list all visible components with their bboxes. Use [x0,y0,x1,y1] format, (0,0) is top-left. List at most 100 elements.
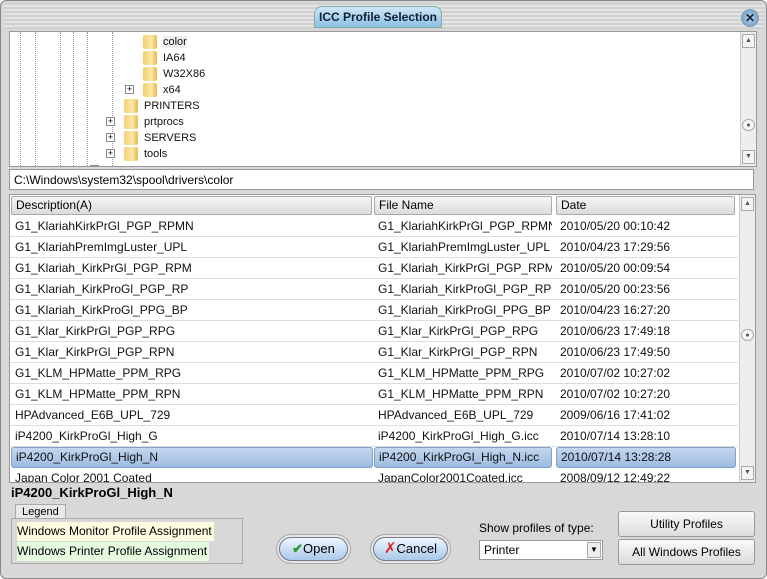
table-row[interactable]: G1_Klariah_KirkProGl_PPG_BP G1_Klariah_Ki… [10,300,738,321]
file-name-cell: G1_KLM_HPMatte_PPM_RPN [378,387,544,401]
description-cell: HPAdvanced_E6B_UPL_729 [15,408,171,422]
description-cell: G1_KlariahKirkPrGl_PGP_RPMN [15,219,194,233]
folder-icon [124,99,138,114]
date-cell: 2010/04/23 16:27:20 [560,303,671,317]
description-cell: G1_Klariah_KirkProGl_PGP_RP [15,282,189,296]
date-cell: 2010/07/14 13:28:28 [556,447,736,468]
tree-item[interactable]: PRINTERS [124,98,200,114]
close-icon[interactable]: ✕ [741,9,759,27]
table-row[interactable]: Japan Color 2001 Coated JapanColor2001Coa… [10,468,738,483]
date-cell: 2010/05/20 00:23:56 [560,282,671,296]
profile-table: Description(A) File Name Date ▲ ● ▼ G1_K… [9,194,756,483]
table-row[interactable]: G1_KlariahKirkPrGl_PGP_RPMN G1_KlariahKir… [10,216,738,237]
tree-item[interactable]: color [143,34,187,50]
cancel-button[interactable]: ✗Cancel [373,537,448,561]
description-cell: G1_KLM_HPMatte_PPM_RPN [15,387,181,401]
profile-type-select[interactable]: Printer ▼ [479,540,603,560]
description-cell: iP4200_KirkProGl_High_N [11,447,373,468]
description-cell: Japan Color 2001 Coated [15,471,152,483]
expand-icon[interactable]: + [106,149,115,158]
date-cell: 2010/07/02 10:27:02 [560,366,671,380]
table-row[interactable]: G1_Klar_KirkPrGl_PGP_RPG G1_Klar_KirkPrGl… [10,321,738,342]
tree-scrollbar[interactable]: ▲ ● ▼ [740,32,756,166]
open-button[interactable]: ✔Open [279,537,348,561]
column-header-description[interactable]: Description(A) [11,196,372,215]
table-row[interactable]: G1_Klar_KirkPrGl_PGP_RPN G1_Klar_KirkPrGl… [10,342,738,363]
tree-item[interactable]: W32X86 [143,66,205,82]
expand-icon[interactable]: + [90,165,99,166]
file-name-cell: G1_KlariahPremImgLuster_UPL [378,240,551,254]
all-windows-profiles-button[interactable]: All Windows Profiles [618,539,755,565]
table-row[interactable]: G1_KLM_HPMatte_PPM_RPN G1_KLM_HPMatte_PPM… [10,384,738,405]
folder-icon [143,67,157,82]
description-cell: iP4200_KirkProGl_High_G [15,429,158,443]
folder-icon [143,83,157,98]
scroll-thumb[interactable]: ● [742,119,755,131]
check-icon: ✔ [292,541,304,556]
folder-icon [143,35,157,50]
date-cell: 2010/06/23 17:49:50 [560,345,671,359]
folder-icon [143,51,157,66]
expand-icon[interactable]: + [106,133,115,142]
folder-icon [124,147,138,162]
file-name-cell: iP4200_KirkProGl_High_G.icc [378,429,539,443]
file-name-cell: JapanColor2001Coated.icc [378,471,523,483]
expand-icon[interactable]: + [125,85,134,94]
path-field[interactable]: C:\Windows\system32\spool\drivers\color [9,169,754,190]
date-cell: 2010/05/20 00:09:54 [560,261,671,275]
icc-profile-dialog: ICC Profile Selection ✕ ▲ ● ▼ color IA64 W… [0,0,767,579]
dialog-title: ICC Profile Selection [314,6,442,28]
description-cell: G1_Klar_KirkPrGl_PGP_RPN [15,345,175,359]
expand-icon[interactable]: + [106,117,115,126]
legend-printer: Windows Printer Profile Assignment [17,542,210,561]
legend-tab: Legend [15,504,66,519]
table-row[interactable]: G1_KLM_HPMatte_PPM_RPG G1_KLM_HPMatte_PPM… [10,363,738,384]
table-row[interactable]: G1_KlariahPremImgLuster_UPL G1_KlariahPre… [10,237,738,258]
file-name-cell: G1_KlariahKirkPrGl_PGP_RPMN [378,219,552,233]
column-header-date[interactable]: Date [556,196,735,215]
tree-item[interactable]: SERVERS [124,130,196,146]
utility-profiles-button[interactable]: Utility Profiles [618,511,755,537]
selected-profile-name: iP4200_KirkProGl_High_N [11,485,173,500]
date-cell: 2010/05/20 00:10:42 [560,219,671,233]
scroll-up-icon[interactable]: ▲ [741,197,754,211]
table-row[interactable]: G1_Klariah_KirkPrGl_PGP_RPM G1_Klariah_Ki… [10,258,738,279]
date-cell: 2009/06/16 17:41:02 [560,408,671,422]
file-name-cell: G1_Klariah_KirkPrGl_PGP_RPM [378,261,552,275]
date-cell: 2010/06/23 17:49:18 [560,324,671,338]
table-row[interactable]: iP4200_KirkProGl_High_G iP4200_KirkProGl_… [10,426,738,447]
filter-label: Show profiles of type: [479,521,594,535]
table-scrollbar[interactable]: ▲ ● ▼ [739,195,755,482]
scroll-down-icon[interactable]: ▼ [741,466,754,480]
folder-icon [124,131,138,146]
title-bar: ICC Profile Selection ✕ [3,3,764,29]
description-cell: G1_KLM_HPMatte_PPM_RPG [15,366,182,380]
tree-item[interactable]: prtprocs [124,114,184,130]
file-name-cell: G1_Klar_KirkPrGl_PGP_RPN [378,345,538,359]
table-row[interactable]: HPAdvanced_E6B_UPL_729 HPAdvanced_E6B_UPL… [10,405,738,426]
file-name-cell: HPAdvanced_E6B_UPL_729 [378,408,534,422]
folder-icon [124,115,138,130]
file-name-cell: G1_Klar_KirkPrGl_PGP_RPG [378,324,539,338]
scroll-down-icon[interactable]: ▼ [742,150,755,164]
scroll-up-icon[interactable]: ▲ [742,34,755,48]
tree-item[interactable]: IA64 [143,50,186,66]
legend-box: Windows Monitor Profile Assignment Windo… [11,518,243,564]
file-name-cell: G1_Klariah_KirkProGl_PGP_RP [378,282,552,296]
file-name-cell: G1_KLM_HPMatte_PPM_RPG [378,366,545,380]
tree-item[interactable]: x64 [143,82,181,98]
table-row[interactable]: G1_Klariah_KirkProGl_PGP_RP G1_Klariah_Ki… [10,279,738,300]
tree-item[interactable]: tools [124,146,167,162]
scroll-thumb[interactable]: ● [741,329,754,341]
date-cell: 2010/07/14 13:28:10 [560,429,671,443]
table-row[interactable]: iP4200_KirkProGl_High_N iP4200_KirkProGl_… [10,447,738,468]
description-cell: G1_Klariah_KirkPrGl_PGP_RPM [15,261,192,275]
folder-tree: ▲ ● ▼ color IA64 W32X86 x64 + PRINTERS prtproc… [9,31,757,167]
legend-monitor: Windows Monitor Profile Assignment [17,522,214,541]
description-cell: G1_Klar_KirkPrGl_PGP_RPG [15,324,176,338]
chevron-down-icon[interactable]: ▼ [587,542,601,558]
column-header-file-name[interactable]: File Name [374,196,552,215]
file-name-cell: G1_Klariah_KirkProGl_PPG_BP [378,303,551,317]
date-cell: 2010/07/02 10:27:20 [560,387,671,401]
file-name-cell: iP4200_KirkProGl_High_N.icc [374,447,552,468]
